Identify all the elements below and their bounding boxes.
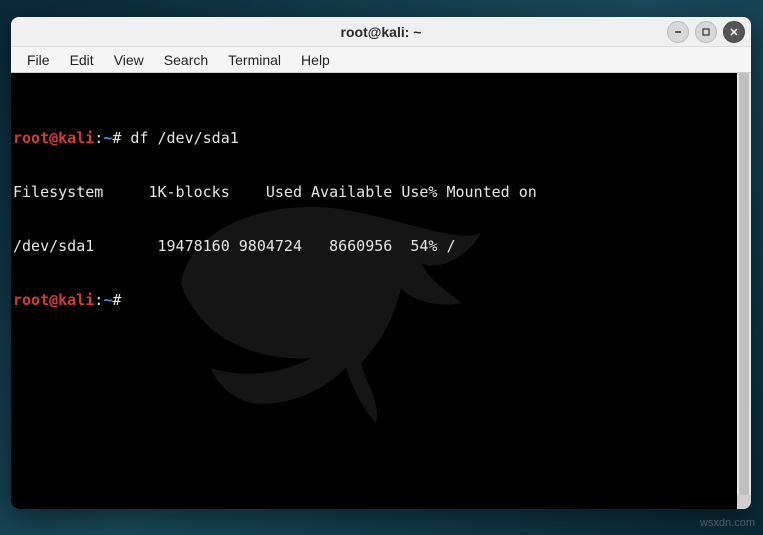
watermark-text: wsxdn.com xyxy=(700,517,755,529)
close-button[interactable] xyxy=(723,21,745,43)
terminal-content[interactable]: root@kali:~# df /dev/sda1 Filesystem 1K-… xyxy=(11,73,737,509)
prompt-sep: : xyxy=(94,129,103,147)
scrollbar-corner xyxy=(737,495,751,509)
scrollbar-thumb[interactable] xyxy=(739,73,749,509)
terminal-line: root@kali:~# xyxy=(13,291,735,309)
command-text: df /dev/sda1 xyxy=(130,129,238,147)
menu-file[interactable]: File xyxy=(17,49,60,71)
window-title: root@kali: ~ xyxy=(341,24,422,40)
prompt-path: ~ xyxy=(103,129,112,147)
maximize-button[interactable] xyxy=(695,21,717,43)
prompt-user-host: root@kali xyxy=(13,129,94,147)
menu-help[interactable]: Help xyxy=(291,49,340,71)
menubar: File Edit View Search Terminal Help xyxy=(11,47,751,73)
minimize-button[interactable] xyxy=(667,21,689,43)
prompt-user-host: root@kali xyxy=(13,291,94,309)
vertical-scrollbar[interactable] xyxy=(737,73,751,509)
titlebar[interactable]: root@kali: ~ xyxy=(11,17,751,47)
terminal-area: root@kali:~# df /dev/sda1 Filesystem 1K-… xyxy=(11,73,751,509)
menu-view[interactable]: View xyxy=(104,49,154,71)
menu-edit[interactable]: Edit xyxy=(60,49,104,71)
terminal-line: root@kali:~# df /dev/sda1 xyxy=(13,129,735,147)
window-controls xyxy=(667,21,745,43)
output-header: Filesystem 1K-blocks Used Available Use%… xyxy=(13,183,735,201)
menu-terminal[interactable]: Terminal xyxy=(218,49,291,71)
menu-search[interactable]: Search xyxy=(154,49,218,71)
terminal-window: root@kali: ~ File Edit View Search Termi… xyxy=(11,17,751,509)
prompt-sep: : xyxy=(94,291,103,309)
output-row: /dev/sda1 19478160 9804724 8660956 54% / xyxy=(13,237,735,255)
prompt-path: ~ xyxy=(103,291,112,309)
